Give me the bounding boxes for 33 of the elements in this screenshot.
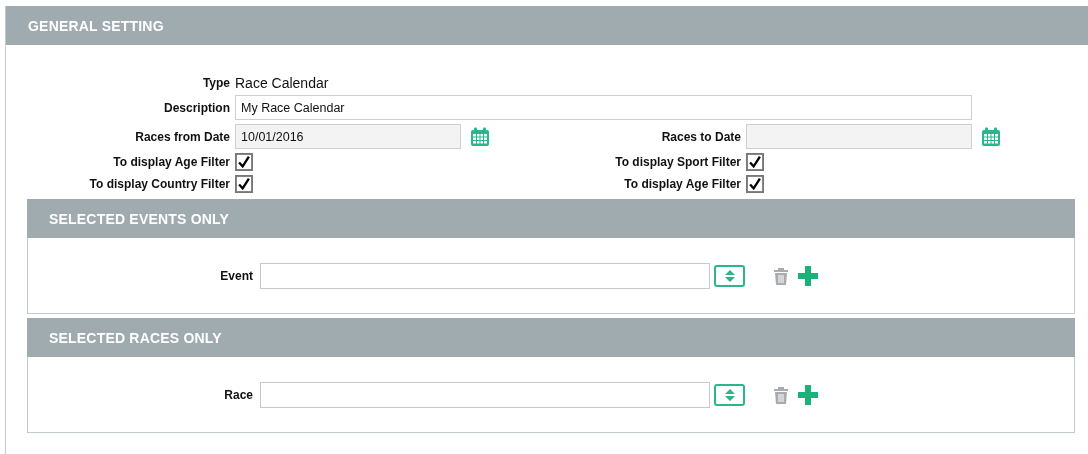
spinner-button[interactable] xyxy=(714,264,745,287)
description-field[interactable]: My Race Calendar xyxy=(235,95,972,120)
field-label: Type xyxy=(201,76,230,90)
checkbox[interactable] xyxy=(235,153,253,171)
panel-title: GENERAL SETTING xyxy=(28,17,164,34)
input-field[interactable] xyxy=(260,262,710,289)
checkbox[interactable] xyxy=(746,153,764,171)
field-label: Event xyxy=(219,268,253,283)
up-down-arrows-icon xyxy=(724,388,735,401)
field-label: Races from Date xyxy=(134,129,230,144)
plus-icon[interactable] xyxy=(798,265,818,286)
trash-icon[interactable] xyxy=(773,385,789,404)
checkbox-label: To display Age Filter xyxy=(623,177,741,191)
date-field[interactable]: 10/01/2016 xyxy=(235,124,461,149)
spinner-button[interactable] xyxy=(714,383,745,406)
plus-icon[interactable] xyxy=(798,384,818,405)
checkbox-label: To display Country Filter xyxy=(88,177,230,191)
type-value: Race Calendar xyxy=(235,75,330,91)
calendar-icon[interactable] xyxy=(981,126,1001,147)
checkbox-label: To display Age Filter xyxy=(112,155,230,169)
up-down-arrows-icon xyxy=(724,269,735,282)
checkbox-label: To display Sport Filter xyxy=(614,155,741,169)
date-field[interactable] xyxy=(746,124,972,149)
section-title: SELECTED EVENTS ONLY xyxy=(49,210,230,227)
input-field[interactable] xyxy=(260,381,710,408)
field-label: Races to Date xyxy=(660,129,741,144)
checkbox[interactable] xyxy=(235,175,253,193)
field-label: Race xyxy=(223,387,253,402)
trash-icon[interactable] xyxy=(773,266,789,285)
section-title: SELECTED RACES ONLY xyxy=(49,329,222,346)
checkbox[interactable] xyxy=(746,175,764,193)
calendar-icon[interactable] xyxy=(470,126,490,147)
field-label: Description xyxy=(163,100,230,115)
